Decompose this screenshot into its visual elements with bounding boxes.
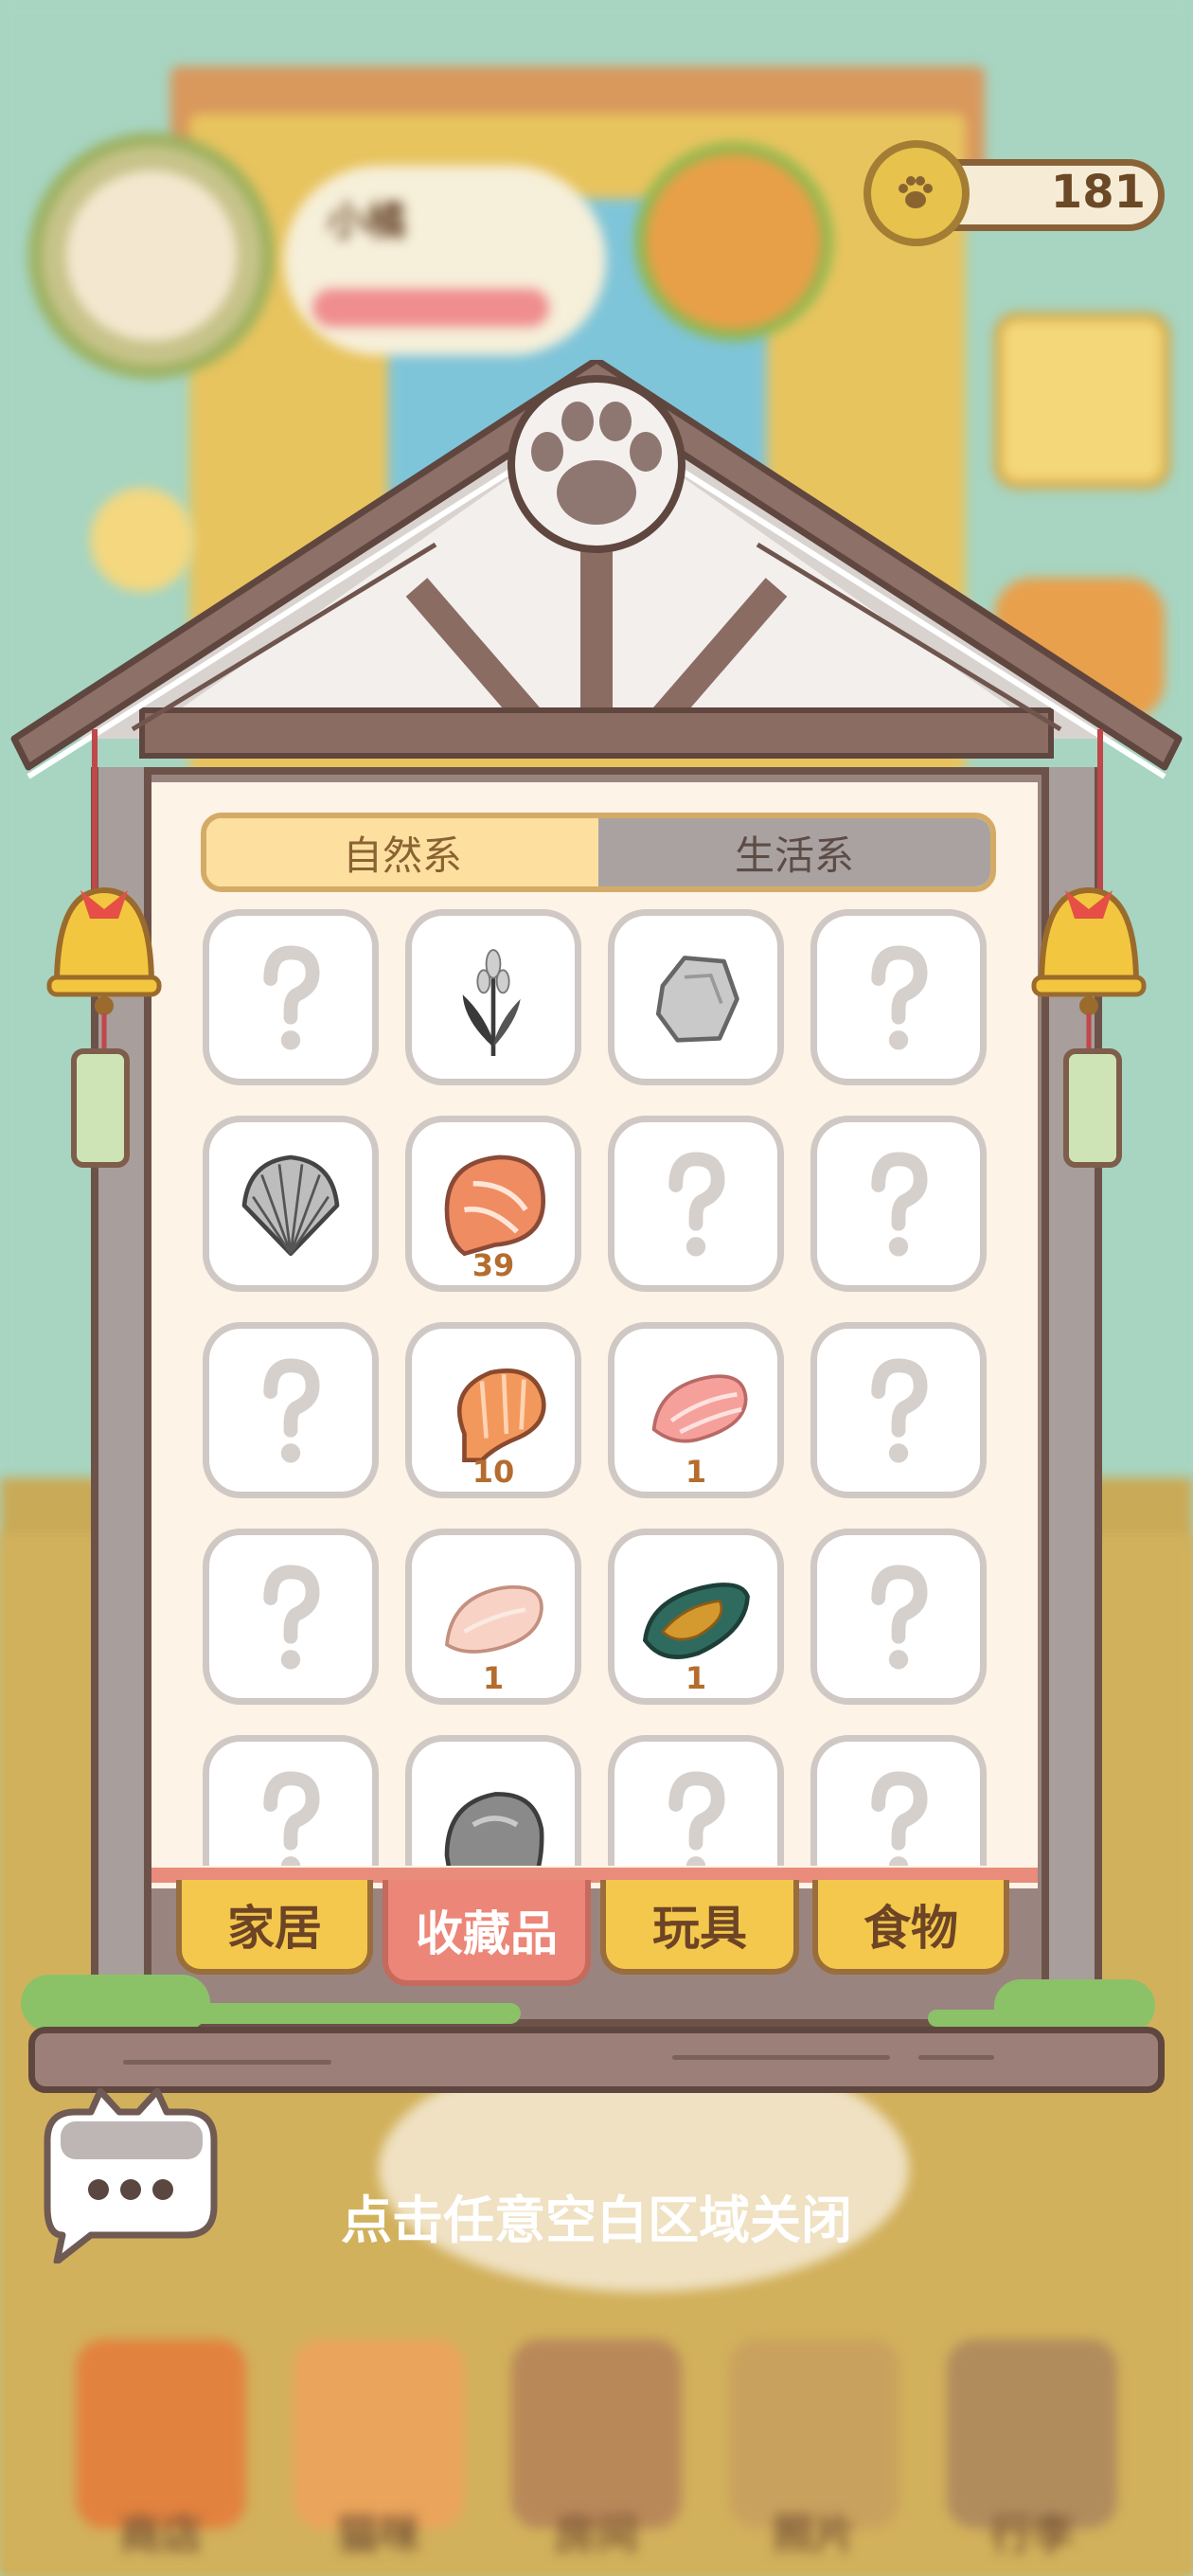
unknown-item-icon: [263, 1358, 320, 1463]
ledge-groove: [123, 2060, 331, 2065]
unknown-item-icon: [263, 1565, 320, 1670]
collection-item-cell[interactable]: 39: [405, 1116, 581, 1292]
moss-left: [21, 1975, 210, 2031]
category-tab-collectibles[interactable]: 收藏品: [383, 1880, 591, 1986]
category-tab-furniture[interactable]: 家居: [176, 1880, 373, 1975]
category-tab-food[interactable]: 食物: [812, 1880, 1009, 1975]
collection-item-cell[interactable]: [405, 1735, 581, 1866]
item-count: 1: [482, 1660, 505, 1696]
unknown-item-icon: [668, 1771, 725, 1866]
unknown-item-icon: [871, 1358, 928, 1463]
tab-nature[interactable]: 自然系: [206, 818, 598, 886]
scallop-shell-icon: [241, 1154, 340, 1257]
collection-item-cell[interactable]: [608, 1116, 784, 1292]
nav-label-room: 房间: [555, 2511, 638, 2559]
unknown-item-icon: [871, 1565, 928, 1670]
collection-item-cell[interactable]: [203, 1735, 379, 1866]
tab-life[interactable]: 生活系: [598, 818, 990, 886]
ledge-groove: [918, 2055, 994, 2060]
collection-item-cell[interactable]: [405, 909, 581, 1085]
collection-item-cell[interactable]: [810, 1116, 987, 1292]
collection-item-cell[interactable]: 1: [608, 1529, 784, 1705]
collection-item-cell[interactable]: [203, 1116, 379, 1292]
collection-item-cell[interactable]: [203, 1529, 379, 1705]
nav-label-cats: 猫咪: [337, 2511, 420, 2559]
nav-label-photos: 照片: [773, 2511, 856, 2559]
item-grid: 39 10 1 1 1: [151, 909, 1038, 1866]
collection-item-cell[interactable]: 10: [405, 1322, 581, 1498]
stone-icon: [655, 956, 739, 1043]
unknown-item-icon: [263, 945, 320, 1050]
moss-left-trail: [180, 2003, 521, 2024]
collection-item-cell[interactable]: [608, 1735, 784, 1866]
close-hint: 点击任意空白区域关闭: [341, 2191, 852, 2250]
unknown-item-icon: [871, 1152, 928, 1257]
nav-label-shop: 商店: [119, 2511, 203, 2559]
roof-paw-emblem-icon: [507, 375, 686, 553]
collection-item-cell[interactable]: [810, 1735, 987, 1866]
collection-item-cell[interactable]: [810, 1529, 987, 1705]
nav-label-luggage: 行李: [990, 2511, 1074, 2559]
moss-right-trail: [928, 2010, 1098, 2027]
collection-item-cell[interactable]: 1: [608, 1322, 784, 1498]
collection-item-cell[interactable]: [203, 909, 379, 1085]
unknown-item-icon: [871, 1771, 928, 1866]
item-count: 39: [472, 1247, 515, 1283]
subcategory-tabs: 自然系 生活系: [201, 813, 996, 892]
item-count: 1: [685, 1660, 707, 1696]
bottom-nav: 商店 猫咪 房间 照片 行李: [0, 2330, 1193, 2576]
collection-item-cell[interactable]: 1: [405, 1529, 581, 1705]
collection-item-cell[interactable]: [608, 909, 784, 1085]
collection-panel: 自然系 生活系 39 10 1 1 1 家居 收藏品 玩具 食物: [0, 0, 1193, 2178]
unknown-item-icon: [871, 945, 928, 1050]
collection-item-cell[interactable]: [810, 1322, 987, 1498]
unknown-item-icon: [263, 1771, 320, 1866]
category-tab-toys[interactable]: 玩具: [600, 1880, 799, 1975]
unknown-item-icon: [668, 1152, 725, 1257]
grey-rock-icon: [444, 1792, 544, 1866]
ledge-groove: [672, 2055, 890, 2060]
wheat-icon: [462, 949, 521, 1056]
item-count: 1: [685, 1454, 707, 1490]
collection-item-cell[interactable]: [810, 909, 987, 1085]
item-count: 10: [472, 1454, 515, 1490]
collection-item-cell[interactable]: [203, 1322, 379, 1498]
